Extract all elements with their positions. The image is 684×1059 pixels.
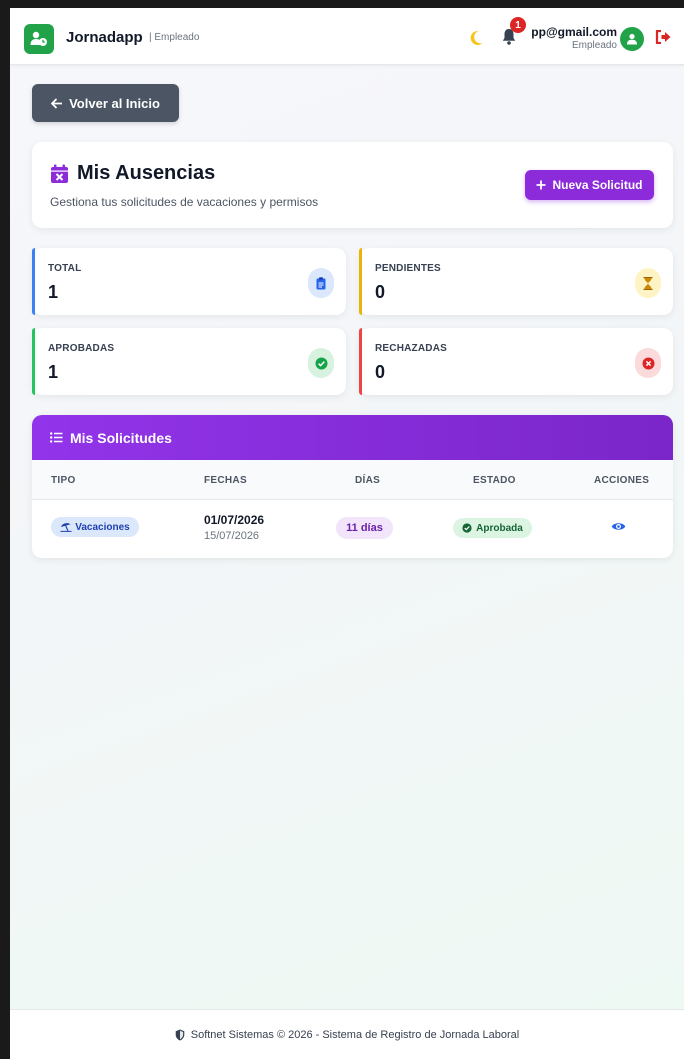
requests-table-card: Mis Solicitudes TIPO FECHAS DÍAS ESTADO …: [32, 415, 673, 558]
view-request-button[interactable]: [611, 519, 626, 537]
stat-card-total: TOTAL 1: [32, 248, 346, 315]
stat-label: TOTAL: [48, 263, 82, 274]
arrow-left-icon: [51, 97, 63, 109]
column-header-fechas[interactable]: FECHAS: [204, 475, 247, 486]
user-icon: [627, 33, 637, 45]
hourglass-icon: [635, 268, 661, 298]
page-subtitle: Gestiona tus solicitudes de vacaciones y…: [50, 195, 319, 209]
check-circle-icon: [308, 348, 334, 378]
page-footer: Softnet Sistemas © 2026 - Sistema de Reg…: [10, 1009, 684, 1059]
user-avatar[interactable]: [620, 27, 644, 51]
column-header-acciones: ACCIONES: [594, 475, 650, 486]
check-circle-icon: [462, 523, 472, 533]
page-title-text: Mis Ausencias: [77, 162, 216, 184]
top-navbar: Jornadapp | Empleado 1 pp@gmail.com Empl…: [10, 8, 684, 65]
requests-table-title: Mis Solicitudes: [70, 429, 172, 446]
plus-icon: [536, 180, 546, 190]
page-title: Mis Ausencias: [50, 162, 215, 185]
list-icon: [50, 432, 63, 443]
absences-header-card: Mis Ausencias Gestiona tus solicitudes d…: [32, 142, 673, 228]
days-badge: 11 días: [336, 517, 393, 539]
stat-label: PENDIENTES: [375, 263, 441, 274]
user-email: pp@gmail.com: [531, 25, 617, 39]
user-role: Empleado: [571, 40, 617, 51]
logout-icon[interactable]: [655, 29, 671, 49]
stat-accent-bar: [32, 328, 35, 395]
stat-card-pending: PENDIENTES 0: [359, 248, 673, 315]
stat-label: APROBADAS: [48, 343, 115, 354]
stat-accent-bar: [359, 328, 362, 395]
back-button-label: Volver al Inicio: [69, 95, 160, 111]
notification-badge[interactable]: 1: [510, 17, 526, 33]
stat-value: 0: [375, 282, 386, 302]
role-tag: | Empleado: [149, 32, 200, 43]
stat-value: 1: [48, 282, 59, 302]
clipboard-icon: [308, 268, 334, 298]
new-request-button[interactable]: Nueva Solicitud: [525, 170, 654, 200]
status-badge: Aprobada: [453, 518, 532, 538]
column-header-estado[interactable]: ESTADO: [473, 475, 516, 486]
stat-value: 0: [375, 362, 386, 382]
end-date: 15/07/2026: [204, 530, 260, 542]
table-row[interactable]: Vacaciones 01/07/2026 15/07/2026 11 días…: [32, 501, 673, 558]
column-header-dias[interactable]: DÍAS: [355, 475, 380, 486]
table-header-row: TIPO FECHAS DÍAS ESTADO ACCIONES: [32, 460, 673, 500]
status-label: Aprobada: [476, 522, 523, 534]
app-logo[interactable]: [24, 24, 54, 54]
start-date: 01/07/2026: [204, 513, 265, 527]
x-circle-icon: [635, 348, 661, 378]
type-label: Vacaciones: [75, 521, 130, 533]
back-to-home-button[interactable]: Volver al Inicio: [32, 84, 179, 122]
brand-name[interactable]: Jornadapp: [66, 29, 143, 46]
shield-icon: [175, 1029, 185, 1040]
stat-value: 1: [48, 362, 59, 382]
user-clock-icon: [30, 31, 47, 46]
type-badge: Vacaciones: [51, 517, 139, 537]
moon-icon[interactable]: [469, 30, 483, 51]
eye-icon: [611, 523, 626, 530]
column-header-tipo[interactable]: TIPO: [51, 475, 76, 486]
stat-card-rejected: RECHAZADAS 0: [359, 328, 673, 395]
new-request-label: Nueva Solicitud: [552, 178, 643, 192]
stat-accent-bar: [32, 248, 35, 315]
umbrella-beach-icon: [60, 523, 72, 532]
app-window: Jornadapp | Empleado 1 pp@gmail.com Empl…: [10, 8, 684, 1059]
calendar-x-icon: [51, 164, 68, 183]
footer-text: Softnet Sistemas © 2026 - Sistema de Reg…: [190, 1028, 520, 1041]
stat-card-approved: APROBADAS 1: [32, 328, 346, 395]
stat-accent-bar: [359, 248, 362, 315]
requests-table-header: Mis Solicitudes: [32, 415, 673, 460]
stat-label: RECHAZADAS: [375, 343, 447, 354]
